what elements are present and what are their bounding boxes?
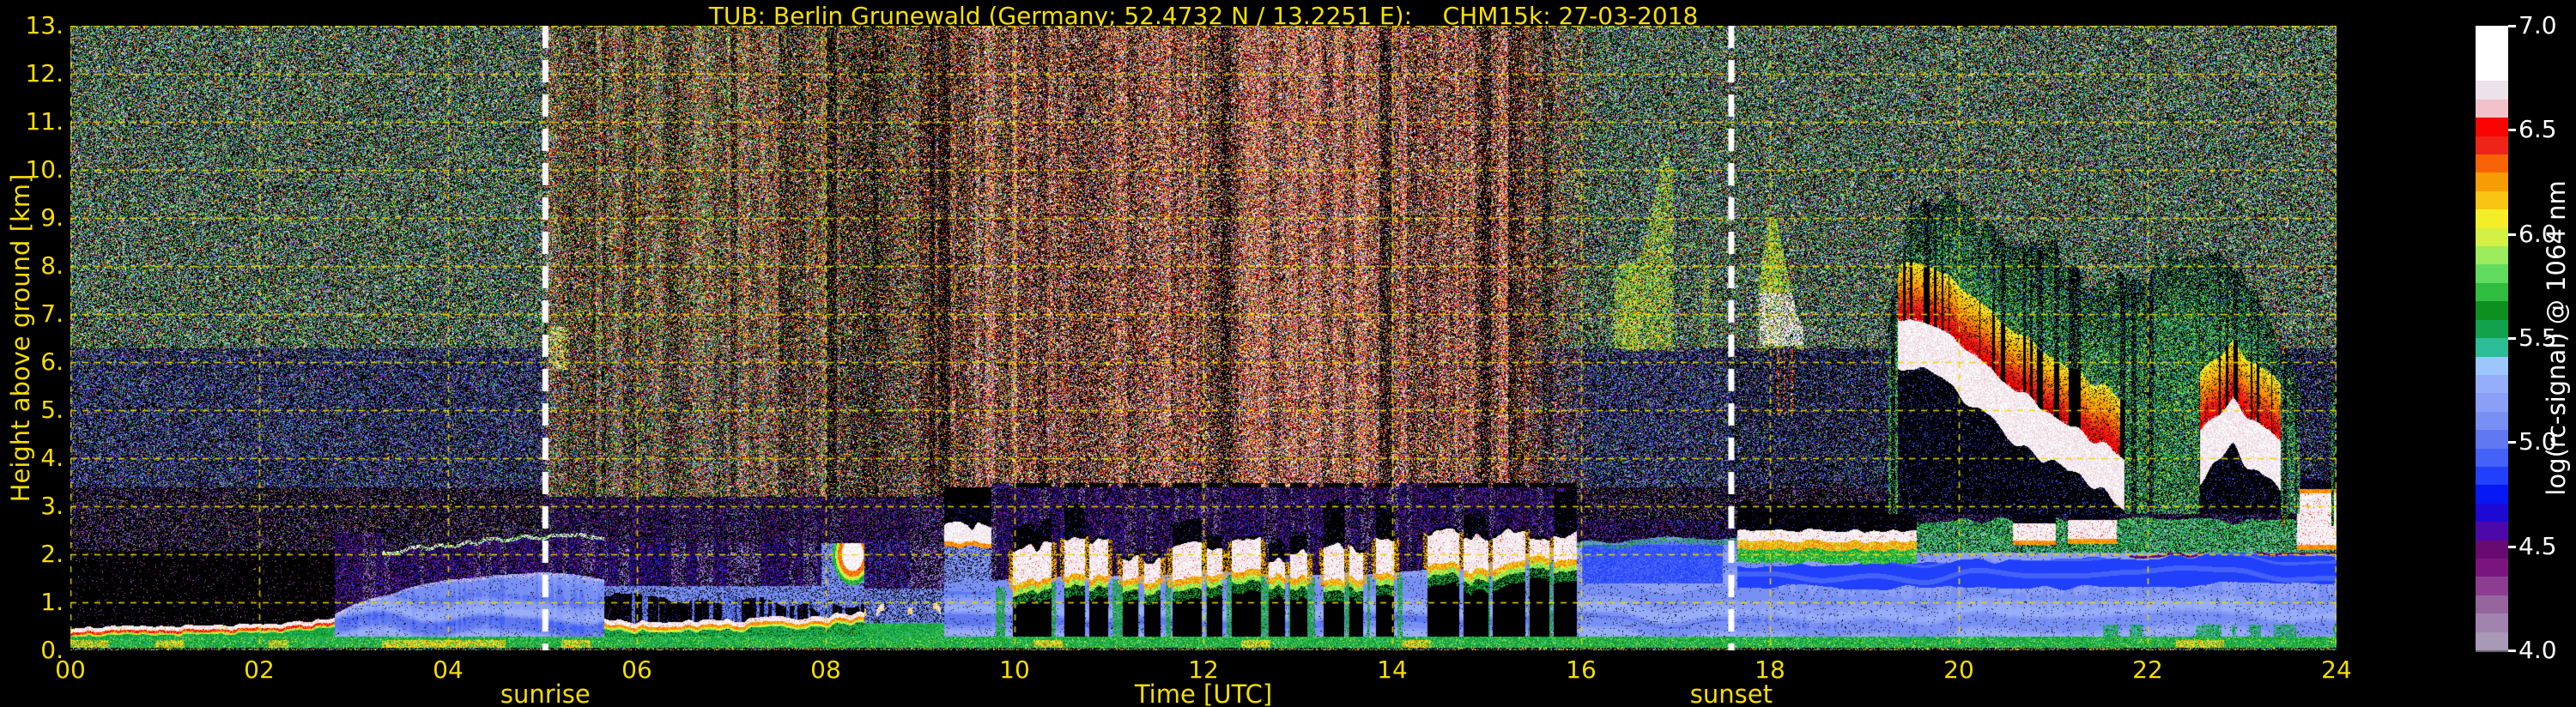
colorbar-band: [2476, 374, 2508, 394]
sunrise-label: sunrise: [500, 680, 591, 707]
colorbar-tick-mark: [2508, 233, 2516, 236]
colorbar-band: [2476, 172, 2508, 191]
colorbar-band: [2476, 246, 2508, 265]
colorbar-tick-label: 7.0: [2518, 11, 2557, 39]
colorbar-band: [2476, 631, 2508, 650]
colorbar-band: [2476, 558, 2508, 577]
x-tick: 02: [244, 656, 275, 684]
sunset-label: sunset: [1689, 680, 1773, 707]
colorbar-band: [2476, 430, 2508, 449]
colorbar-tick-label: 6.5: [2518, 115, 2557, 144]
y-tick: 13.: [25, 11, 64, 39]
y-tick: 0.: [40, 636, 64, 664]
colorbar-tick-label: 4.5: [2518, 531, 2557, 560]
colorbar-label: log(rc-signal) @ 1064 nm: [2542, 180, 2571, 496]
colorbar-band: [2476, 503, 2508, 523]
colorbar-band: [2476, 136, 2508, 155]
x-tick: 06: [621, 656, 652, 684]
x-tick: 04: [433, 656, 464, 684]
y-tick: 5.: [40, 396, 64, 424]
colorbar-tick-mark: [2508, 129, 2516, 132]
y-tick: 8.: [40, 251, 64, 280]
colorbar-band: [2476, 577, 2508, 595]
colorbar-band: [2476, 190, 2508, 210]
colorbar-band: [2476, 301, 2508, 320]
colorbar: [2476, 26, 2508, 652]
colorbar-band: [2476, 81, 2508, 100]
colorbar-tick-mark: [2508, 25, 2516, 27]
colorbar-band: [2476, 154, 2508, 173]
x-tick: 08: [810, 656, 841, 684]
colorbar-tick-mark: [2508, 545, 2516, 548]
x-tick: 24: [2321, 656, 2352, 684]
y-tick: 2.: [40, 540, 64, 568]
colorbar-tick-mark: [2508, 441, 2516, 444]
y-tick: 9.: [40, 203, 64, 232]
colorbar-band: [2476, 411, 2508, 431]
colorbar-band: [2476, 356, 2508, 375]
colorbar-band: [2476, 393, 2508, 412]
y-tick: 6.: [40, 347, 64, 376]
lidar-heatmap-canvas: [70, 26, 2337, 650]
colorbar-tick-mark: [2508, 337, 2516, 340]
x-tick: 22: [2132, 656, 2163, 684]
colorbar-band: [2476, 99, 2508, 118]
y-tick: 7.: [40, 299, 64, 328]
y-tick: 3.: [40, 492, 64, 520]
colorbar-band: [2476, 26, 2508, 82]
colorbar-band: [2476, 319, 2508, 339]
lidar-quicklook: TUB: Berlin Grunewald (Germany; 52.4732 …: [0, 0, 2576, 707]
colorbar-band: [2476, 613, 2508, 632]
colorbar-tick-label: 4.0: [2518, 636, 2557, 664]
y-tick: 1.: [40, 588, 64, 616]
colorbar-band: [2476, 227, 2508, 247]
colorbar-band: [2476, 338, 2508, 357]
y-tick: 11.: [25, 107, 64, 136]
x-tick: 16: [1566, 656, 1597, 684]
colorbar-band: [2476, 466, 2508, 486]
colorbar-band: [2476, 522, 2508, 541]
colorbar-band: [2476, 595, 2508, 614]
colorbar-band: [2476, 448, 2508, 467]
colorbar-band: [2476, 485, 2508, 504]
y-tick: 4.: [40, 444, 64, 472]
y-tick: 12.: [25, 59, 64, 88]
colorbar-tick-mark: [2508, 650, 2516, 652]
colorbar-band: [2476, 282, 2508, 302]
colorbar-band: [2476, 118, 2508, 136]
x-axis-label: Time [UTC]: [1134, 680, 1273, 707]
colorbar-band: [2476, 540, 2508, 559]
colorbar-band: [2476, 209, 2508, 228]
x-tick: 14: [1377, 656, 1408, 684]
x-tick: 10: [999, 656, 1030, 684]
x-tick: 20: [1943, 656, 1974, 684]
y-tick: 10.: [25, 155, 64, 184]
colorbar-band: [2476, 264, 2508, 283]
x-tick: 00: [55, 656, 86, 684]
